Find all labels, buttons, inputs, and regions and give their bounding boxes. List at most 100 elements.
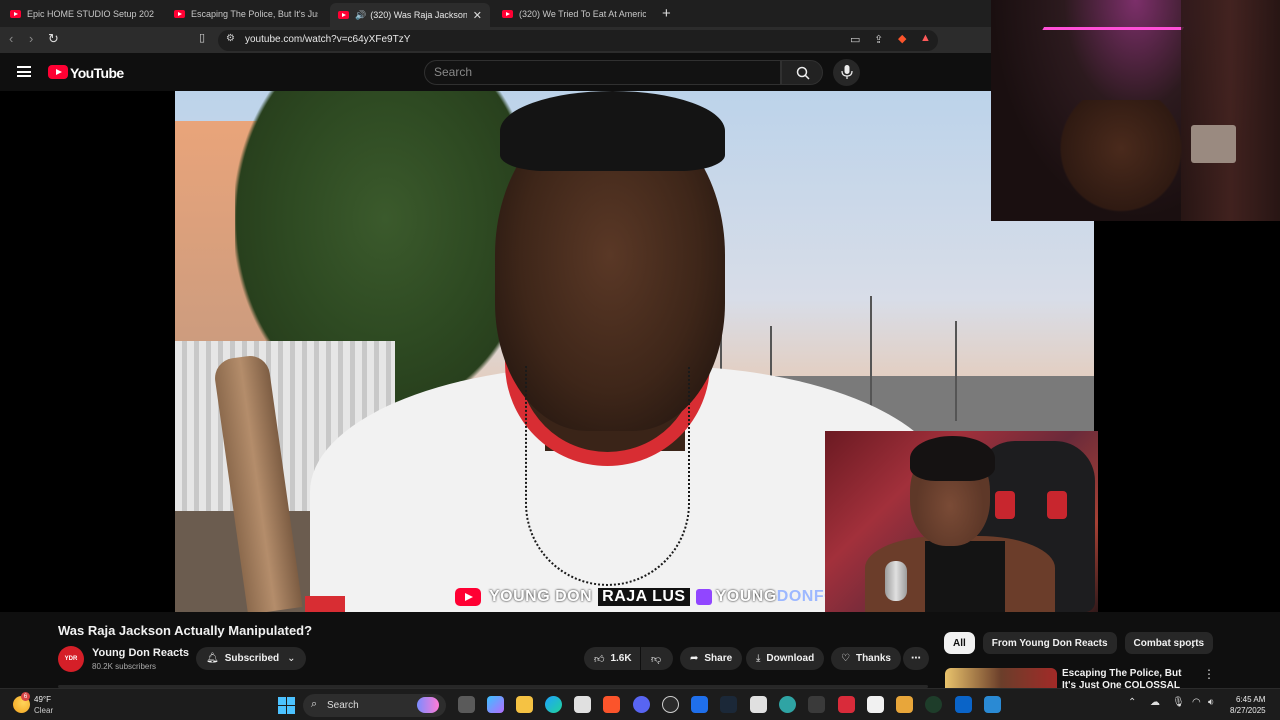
word-icon[interactable]: [691, 696, 708, 713]
weather-condition[interactable]: Clear: [34, 706, 53, 715]
video-person-hair: [500, 91, 725, 171]
outlook-icon[interactable]: [955, 696, 972, 713]
copilot-icon[interactable]: [487, 696, 504, 713]
search-input[interactable]: [434, 65, 764, 79]
search-box[interactable]: [424, 60, 781, 85]
chevron-down-icon: ⌄: [287, 653, 296, 664]
discord-icon[interactable]: [633, 696, 650, 713]
calculator-app-icon[interactable]: [984, 696, 1001, 713]
channel-name[interactable]: Young Don Reacts: [92, 647, 189, 659]
watermark-youtube-handle: YOUNG DON: [489, 588, 593, 605]
brave-browser-icon[interactable]: [603, 696, 620, 713]
thumbs-up-icon: 👍︎: [594, 653, 605, 665]
windows-start-icon[interactable]: [278, 697, 295, 714]
brave-rewards-icon[interactable]: ▲: [920, 32, 931, 44]
watermark-overlap-text: RAJA LUS: [598, 588, 690, 606]
address-bar[interactable]: ⚙ youtube.com/watch?v=c64yXFe9TzY ▭ ⇪ ◆ …: [218, 30, 938, 51]
channel-watermark: YOUNG DON RAJA LUS YOUNG DONFORVR: [455, 587, 872, 607]
taskbar-search[interactable]: ⌕ Search: [303, 694, 446, 717]
webcam-curtain: [1181, 0, 1280, 221]
tab-raja-jackson-active[interactable]: 🔊 (320) Was Raja Jackson Actua ✕: [330, 3, 490, 27]
site-info-icon[interactable]: ⚙: [226, 33, 235, 44]
tab-epic-home-studio[interactable]: Epic HOME STUDIO Setup 2025 | Co: [2, 3, 162, 25]
task-view-icon[interactable]: [458, 696, 475, 713]
video-scene-pole: [955, 321, 957, 421]
editor-app-icon[interactable]: [867, 696, 884, 713]
twitch-icon: [695, 589, 712, 605]
hamburger-menu-icon[interactable]: [17, 66, 31, 77]
microsoft-store-icon[interactable]: [574, 696, 591, 713]
chatgpt-icon[interactable]: [662, 696, 679, 713]
more-actions-button[interactable]: ⋯: [903, 647, 929, 670]
windows-taskbar: 6 49°F Clear ⌕ Search ⌃ ☁ 🎙︎ ◠ 🔉︎ 6:45 A…: [0, 688, 1280, 720]
clock-date[interactable]: 8/27/2025: [1230, 706, 1266, 715]
related-filter-chips: All From Young Don Reacts Combat sports: [944, 632, 1214, 654]
wifi-icon[interactable]: ◠: [1192, 697, 1201, 708]
youtube-favicon-icon: [10, 10, 21, 18]
dislike-button[interactable]: 👎︎: [641, 647, 673, 670]
channel-avatar[interactable]: YDR: [58, 646, 84, 672]
youtube-favicon-icon: [174, 10, 185, 18]
microphone-icon: [841, 65, 853, 79]
onedrive-cloud-icon[interactable]: ☁: [1150, 697, 1160, 708]
bookmark-icon[interactable]: ▯: [199, 31, 205, 44]
steam-icon[interactable]: [720, 696, 737, 713]
thanks-heart-icon: ♡: [841, 653, 850, 664]
youtube-wordmark[interactable]: YouTube: [70, 65, 124, 81]
globe-app-icon[interactable]: [779, 696, 796, 713]
file-explorer-icon[interactable]: [516, 696, 533, 713]
new-tab-button[interactable]: +: [662, 5, 671, 22]
share-page-icon[interactable]: ⇪: [874, 33, 883, 46]
led-light-strip: [1042, 0, 1200, 30]
volume-icon[interactable]: 🔉︎: [1208, 697, 1214, 708]
video-person-chain: [525, 366, 690, 586]
video-title: Was Raja Jackson Actually Manipulated?: [58, 623, 313, 638]
more-horizontal-icon: ⋯: [911, 653, 921, 664]
browser-toolbar: ‹ › ↻ ▯ ⚙ youtube.com/watch?v=c64yXFe9Tz…: [0, 27, 991, 53]
youtube-header: YouTube: [0, 53, 991, 91]
brave-shield-icon[interactable]: ◆: [898, 32, 906, 45]
chip-combat-sports[interactable]: Combat sports: [1124, 632, 1214, 654]
weather-notification-badge: 6: [21, 692, 30, 701]
watermark-twitch-handle: YOUNG: [715, 588, 777, 605]
cast-icon[interactable]: ▭: [850, 33, 860, 46]
webcam-overlay-reactor: [825, 431, 1098, 612]
clock-time[interactable]: 6:45 AM: [1236, 695, 1265, 704]
mic-tray-icon[interactable]: 🎙︎: [1172, 697, 1185, 708]
search-icon: ⌕: [311, 698, 318, 710]
chevron-right-icon[interactable]: ›: [1191, 638, 1195, 652]
download-button[interactable]: ⤓ Download: [746, 647, 825, 670]
recommended-video-title[interactable]: Escaping The Police, But It's Just One C…: [1062, 668, 1192, 688]
youtube-logo-icon[interactable]: [48, 65, 68, 79]
reload-icon[interactable]: ↻: [48, 31, 59, 47]
more-vertical-icon[interactable]: ⋮: [1203, 667, 1215, 681]
mouse-software-icon[interactable]: [750, 696, 767, 713]
player-letterbox-right: [1094, 221, 1280, 612]
chevron-up-icon[interactable]: ⌃: [1128, 697, 1136, 708]
forward-arrow-icon[interactable]: ›: [29, 31, 33, 46]
obs-icon[interactable]: [925, 696, 942, 713]
chip-all[interactable]: All: [944, 632, 975, 654]
weather-temperature[interactable]: 49°F: [34, 695, 51, 704]
voice-search-button[interactable]: [833, 59, 860, 86]
capcut-icon[interactable]: [838, 696, 855, 713]
search-highlight-icon: [417, 697, 439, 713]
thanks-button[interactable]: ♡ Thanks: [831, 647, 901, 670]
share-button[interactable]: ➦ Share: [680, 647, 743, 670]
subscribed-button[interactable]: 🔔︎ Subscribed ⌄: [196, 647, 306, 670]
capture-app-icon[interactable]: [808, 696, 825, 713]
gaming-chair-accent: [1047, 491, 1067, 519]
chip-from-channel[interactable]: From Young Don Reacts: [982, 632, 1117, 654]
edge-icon[interactable]: [545, 696, 562, 713]
back-arrow-icon[interactable]: ‹: [9, 31, 13, 46]
url-text[interactable]: youtube.com/watch?v=c64yXFe9TzY: [245, 34, 410, 45]
recommended-video-thumbnail[interactable]: [945, 668, 1057, 688]
search-button[interactable]: [781, 60, 823, 85]
close-tab-icon[interactable]: ✕: [473, 9, 482, 22]
like-button[interactable]: 👍︎ 1.6K: [584, 647, 640, 670]
taskbar-search-label: Search: [327, 700, 359, 711]
tab-escaping-the-police[interactable]: Escaping The Police, But It's Just One: [166, 3, 326, 25]
tab-american-dream[interactable]: (320) We Tried To Eat At American Dr: [494, 3, 654, 25]
subscriber-count: 80.2K subscribers: [92, 662, 157, 671]
security-app-icon[interactable]: [896, 696, 913, 713]
